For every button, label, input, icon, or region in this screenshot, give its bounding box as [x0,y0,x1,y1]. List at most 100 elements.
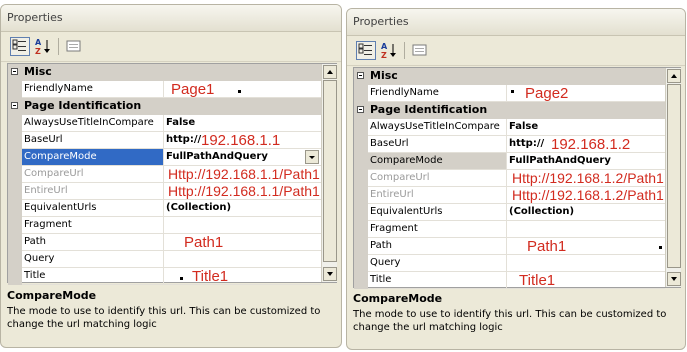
svg-text:A: A [381,42,388,51]
annotation-entireurl: Http://192.168.1.2/Path1 [512,187,664,203]
property-row-alwaysusetitleincompare[interactable]: AlwaysUseTitleInCompare False [354,119,665,136]
property-name: Path [22,234,164,251]
property-name: Title [22,268,164,285]
annotation-friendlyname: Page2 [525,85,569,102]
property-value[interactable] [164,268,321,285]
annotation-path: Path1 [184,234,224,251]
property-name: AlwaysUseTitleInCompare [368,119,507,136]
property-name: Path [368,238,507,255]
description-pane: CompareMode The mode to use to identify … [7,289,337,331]
property-name: EquivalentUrls [368,204,507,221]
property-row-fragment[interactable]: Fragment [354,221,665,238]
alphabetical-sort-icon[interactable]: A Z [379,41,399,60]
property-name: Fragment [22,217,164,234]
property-grid: Misc FriendlyName Page Identification Al… [353,67,681,289]
toolbar-separator [58,38,59,55]
property-row-equivalenturls[interactable]: EquivalentUrls (Collection) [354,204,665,221]
property-name: Title [368,272,507,289]
annotation-compareurl: Http://192.168.1.1/Path1 [168,166,320,182]
scroll-thumb[interactable] [323,80,337,262]
annotation-dot [180,277,183,280]
property-pages-icon[interactable] [410,41,430,60]
collapse-icon[interactable] [11,102,18,109]
property-row-path[interactable]: Path [8,234,321,251]
category-misc[interactable]: Misc [8,64,321,81]
properties-toolbar: A Z [1,32,341,62]
property-row-title[interactable]: Title [354,272,665,289]
property-name: Query [368,255,507,272]
property-name: CompareMode [368,153,507,170]
categorized-view-icon[interactable] [10,37,30,56]
property-grid: Misc FriendlyName Page Identification Al… [7,63,337,285]
category-page-identification[interactable]: Page Identification [354,102,665,119]
property-value[interactable]: False [507,119,665,136]
property-value[interactable] [507,221,665,238]
categorized-view-icon[interactable] [356,41,376,60]
property-row-comparemode[interactable]: CompareMode FullPathAndQuery [8,149,321,166]
scroll-up-icon[interactable] [667,69,681,83]
property-row-comparemode[interactable]: CompareMode FullPathAndQuery [354,153,665,170]
property-name: Fragment [368,221,507,238]
property-row-query[interactable]: Query [8,251,321,268]
property-value[interactable]: False [164,115,321,132]
property-row-friendlyname[interactable]: FriendlyName [354,85,665,102]
property-name: Query [22,251,164,268]
description-text: The mode to use to identify this url. Th… [353,309,667,333]
scroll-thumb[interactable] [667,84,681,268]
property-row-alwaysusetitleincompare[interactable]: AlwaysUseTitleInCompare False [8,115,321,132]
collapse-icon[interactable] [357,72,364,79]
annotation-title: Title1 [192,268,229,285]
annotation-entireurl: Http://192.168.1.1/Path1 [168,183,320,199]
annotation-compareurl: Http://192.168.1.2/Path1 [512,170,664,186]
property-pages-icon[interactable] [64,37,84,56]
property-value[interactable] [507,255,665,272]
property-value[interactable]: (Collection) [507,204,665,221]
vertical-scrollbar[interactable] [321,64,337,282]
svg-text:Z: Z [35,47,41,56]
svg-text:A: A [35,38,42,47]
properties-toolbar: A Z [347,36,685,66]
panel-title: Properties [347,9,685,36]
scroll-up-icon[interactable] [323,65,337,79]
description-text: The mode to use to identify this url. Th… [7,306,321,330]
property-value[interactable]: FullPathAndQuery [164,149,321,166]
description-pane: CompareMode The mode to use to identify … [353,292,681,334]
collapse-icon[interactable] [357,106,364,113]
property-row-fragment[interactable]: Fragment [8,217,321,234]
dropdown-arrow-icon[interactable] [305,150,319,164]
category-misc[interactable]: Misc [354,68,665,85]
property-name: BaseUrl [22,132,164,149]
property-row-equivalenturls[interactable]: EquivalentUrls (Collection) [8,200,321,217]
property-row-friendlyname[interactable]: FriendlyName [8,81,321,98]
vertical-scrollbar[interactable] [665,68,681,287]
property-name: FriendlyName [22,81,164,98]
property-name: FriendlyName [368,85,507,102]
panel-title: Properties [1,5,341,32]
scroll-down-icon[interactable] [667,272,681,286]
property-name: EntireUrl [368,187,507,204]
property-value[interactable]: FullPathAndQuery [507,153,665,170]
property-value[interactable] [164,251,321,268]
property-row-query[interactable]: Query [354,255,665,272]
property-value[interactable] [164,217,321,234]
svg-text:Z: Z [381,51,387,60]
property-name: BaseUrl [368,136,507,153]
collapse-icon[interactable] [11,68,18,75]
annotation-title: Title1 [519,272,556,289]
annotation-friendlyname: Page1 [171,81,215,98]
property-row-path[interactable]: Path [354,238,665,255]
scroll-down-icon[interactable] [323,267,337,281]
property-value[interactable]: (Collection) [164,200,321,217]
alphabetical-sort-icon[interactable]: A Z [33,37,53,56]
property-name: CompareUrl [368,170,507,187]
annotation-baseurl: 192.168.1.1 [201,132,281,149]
property-name: AlwaysUseTitleInCompare [22,115,164,132]
annotation-baseurl: 192.168.1.2 [551,136,631,153]
category-page-identification[interactable]: Page Identification [8,98,321,115]
annotation-dot [511,90,514,93]
annotation-dot [238,90,241,93]
property-name: EquivalentUrls [22,200,164,217]
property-name: CompareMode [22,149,164,166]
property-name: CompareUrl [22,166,164,183]
property-row-title[interactable]: Title [8,268,321,285]
